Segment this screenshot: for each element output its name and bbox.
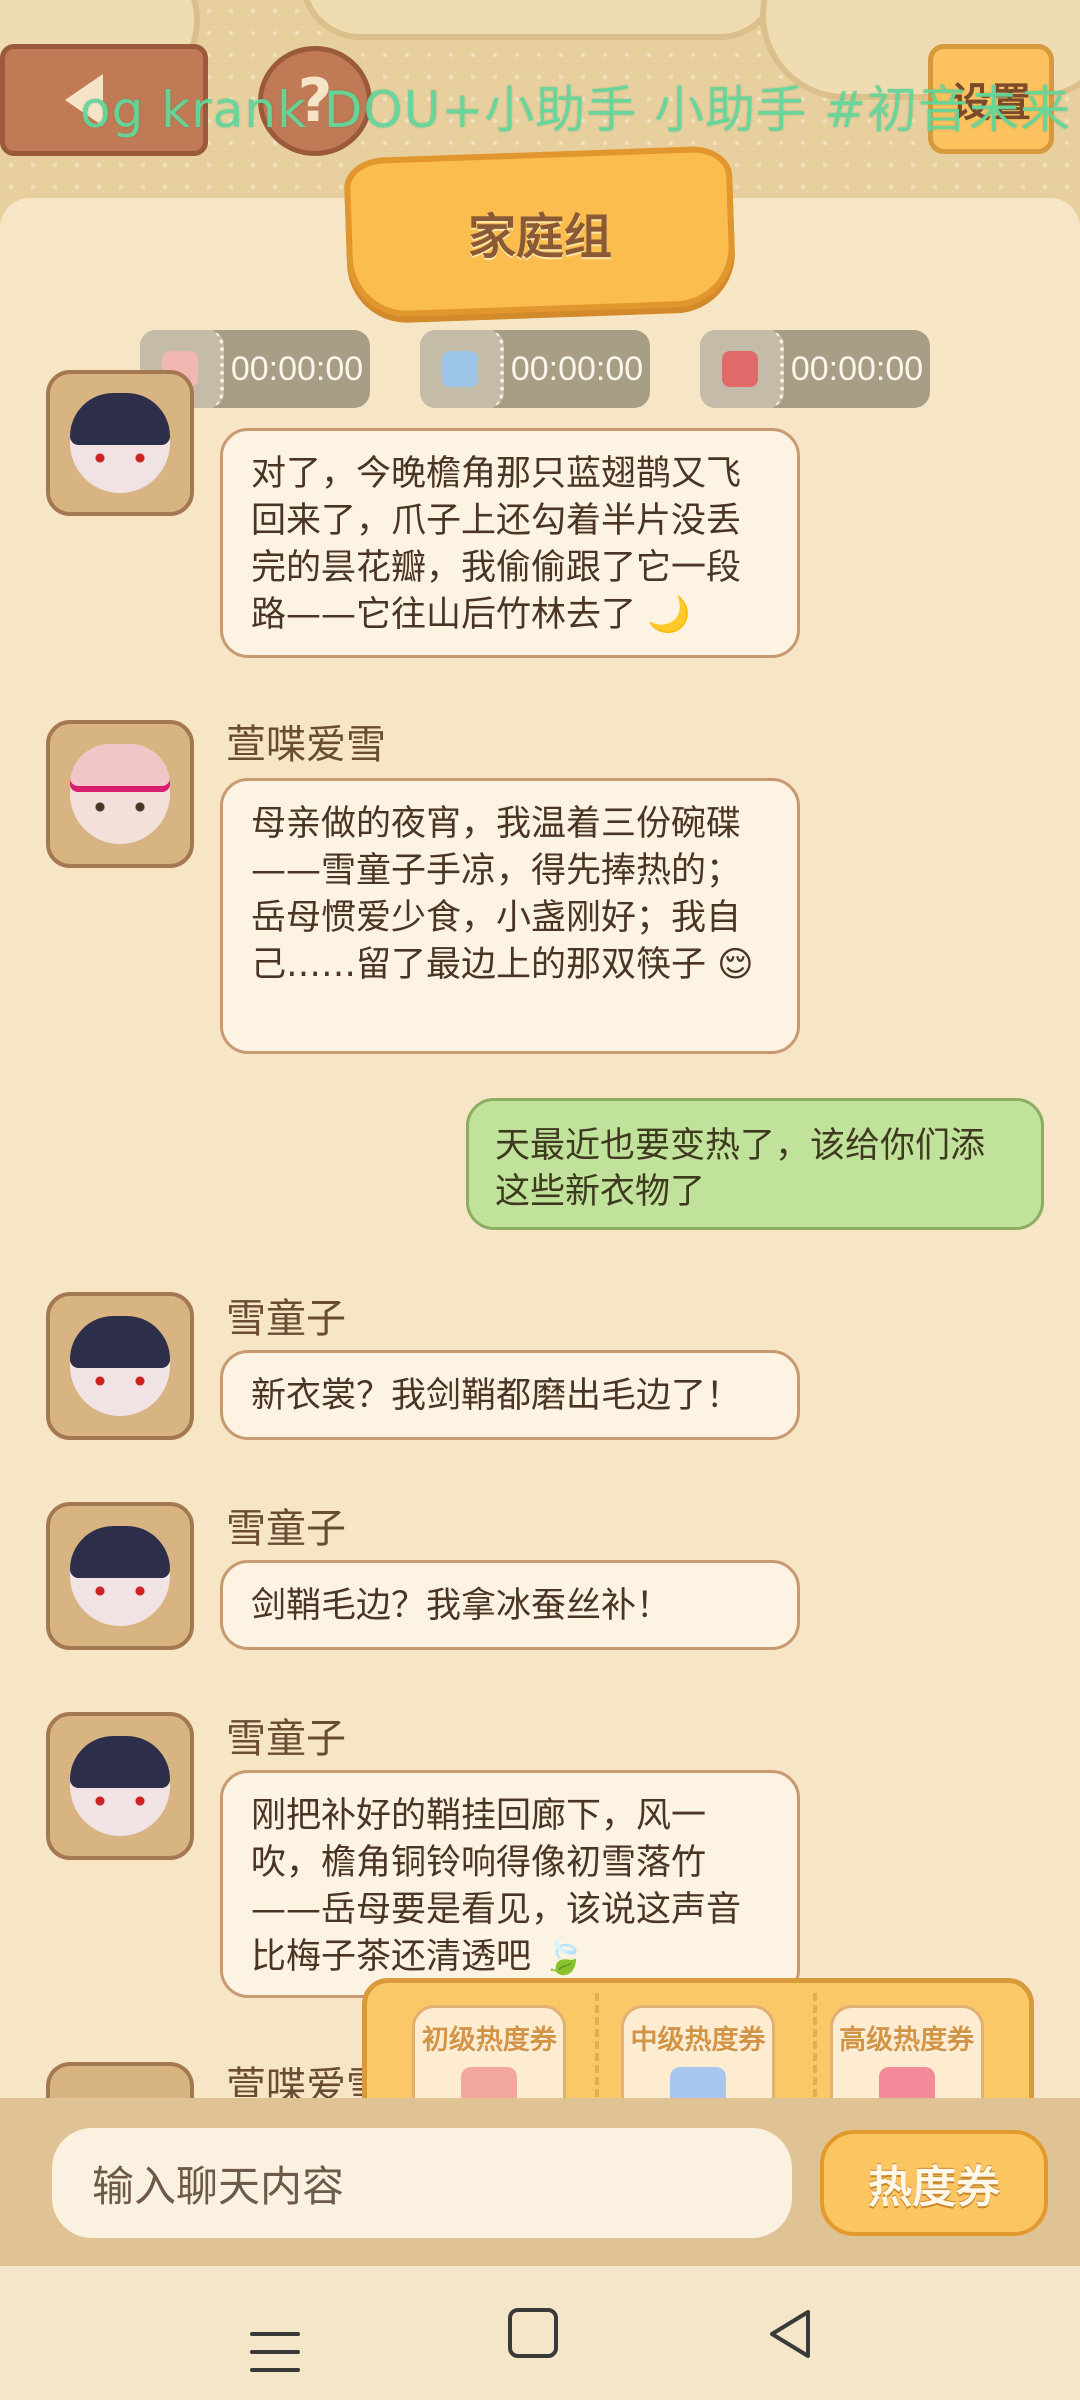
avatar[interactable] [46,1292,194,1440]
chat-input-placeholder: 输入聊天内容 [92,2161,345,2211]
group-title-banner: 家庭组 [343,145,737,319]
message-bubble: 母亲做的夜宵，我温着三份碗碟——雪童子手凉，得先捧热的；岳母惯爱少食，小盏刚好；… [220,778,800,1054]
avatar[interactable] [46,2062,194,2102]
ticket-label: 中级热度券 [630,2025,766,2056]
message-bubble: 新衣裳？我剑鞘都磨出毛边了！ [220,1350,800,1440]
back-button[interactable] [0,44,208,156]
sender-name: 雪童子 [226,1506,346,1552]
avatar[interactable] [46,1712,194,1860]
message-bubble: 刚把补好的鞘挂回廊下，风一吹，檐角铜铃响得像初雪落竹——岳母要是看见，该说这声音… [220,1770,800,1998]
help-button[interactable]: ? [258,46,372,156]
avatar[interactable] [46,370,194,516]
timer-value: 00:00:00 [510,349,644,388]
message-bubble: 剑鞘毛边？我拿冰蚕丝补！ [220,1560,800,1650]
chat-input[interactable]: 输入聊天内容 [52,2128,792,2238]
group-title: 家庭组 [467,209,612,266]
timer-pill: 00:00:00 [700,330,930,408]
decor-plate [300,0,780,40]
avatar[interactable] [46,1502,194,1650]
back-arrow-icon [65,74,103,126]
ticket-label: 初级热度券 [421,2025,557,2056]
heat-ticket-button[interactable]: 热度券 [820,2130,1048,2236]
sender-name: 萱喋爱雪 [226,722,386,768]
message-bubble: 对了，今晚檐角那只蓝翅鹊又飞回来了，爪子上还勾着半片没丢完的昙花瓣，我偷偷跟了它… [220,428,800,658]
sender-name: 雪童子 [226,1716,346,1762]
my-message-bubble: 天最近也要变热了，该给你们添这些新衣物了 [466,1098,1044,1230]
sender-name: 雪童子 [226,1296,346,1342]
avatar[interactable] [46,720,194,868]
member-icon [700,330,784,408]
timer-value: 00:00:00 [790,349,924,388]
back-triangle-icon[interactable] [762,2306,818,2362]
home-icon[interactable] [508,2308,558,2358]
timer-pill: 00:00:00 [420,330,650,408]
ticket-label: 高级热度券 [839,2025,975,2056]
menu-icon[interactable] [250,2332,300,2372]
timer-value: 00:00:00 [230,349,364,388]
settings-button[interactable]: 设置 [928,44,1054,154]
member-icon [420,330,504,408]
